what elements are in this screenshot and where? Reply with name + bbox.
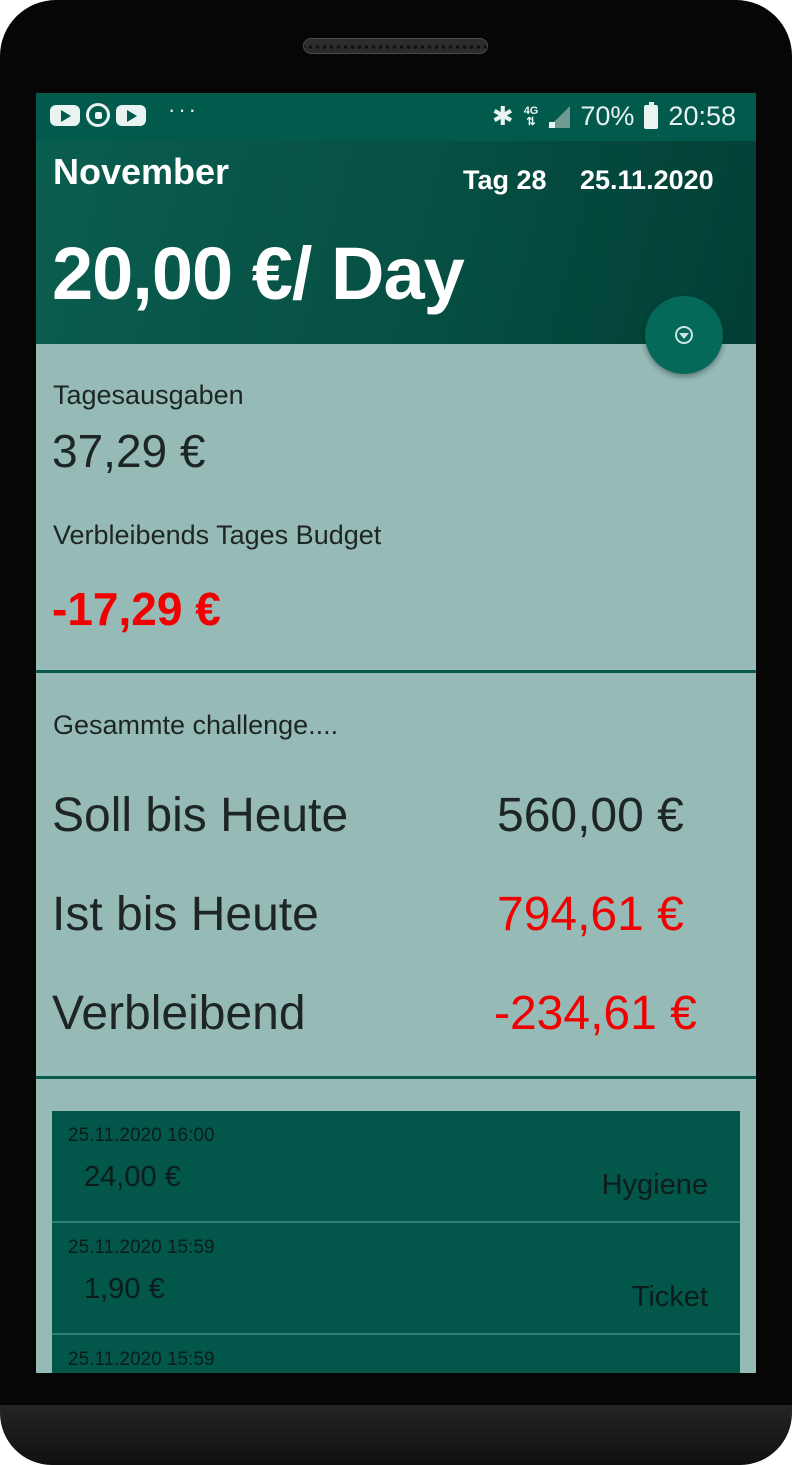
transaction-amount: 24,00 € xyxy=(84,1161,181,1193)
daily-budget: 20,00 €/ Day xyxy=(52,232,465,315)
battery-percent: 70% xyxy=(580,101,635,131)
list-item[interactable]: 25.11.2020 16:00 24,00 € Hygiene xyxy=(52,1111,740,1223)
current-date: 25.11.2020 xyxy=(580,165,714,195)
transaction-category: Ticket xyxy=(631,1281,708,1313)
remaining-budget-label: Verbleibends Tages Budget xyxy=(53,520,382,550)
status-bar: ··· ✱ 4G ⇅ 70% 20:58 xyxy=(36,93,756,141)
chevron-down-icon xyxy=(675,326,693,344)
day-counter: Tag 28 xyxy=(463,165,547,195)
battery-charging-icon xyxy=(644,101,659,129)
notification-icons: ··· xyxy=(50,97,199,127)
whatsapp-icon xyxy=(86,103,110,127)
section-divider xyxy=(36,1076,756,1079)
list-item[interactable]: 25.11.2020 15:59 1,90 € Ticket xyxy=(52,1223,740,1335)
transaction-datetime: 25.11.2020 16:00 xyxy=(68,1125,215,1146)
daily-summary: Tagesausgaben 37,29 € Verbleibends Tages… xyxy=(36,344,756,669)
app-header: November Tag 28 25.11.2020 20,00 €/ Day xyxy=(36,141,756,344)
daily-spending-label: Tagesausgaben xyxy=(53,380,244,410)
youtube-icon xyxy=(116,104,146,126)
daily-spending-value: 37,29 € xyxy=(52,425,206,477)
clock: 20:58 xyxy=(668,101,736,131)
phone-bottom-bezel xyxy=(0,1405,792,1465)
target-to-date-value: 560,00 € xyxy=(497,789,684,842)
remaining-budget-value: -17,29 € xyxy=(52,583,221,635)
signal-icon xyxy=(548,105,571,128)
remaining-total-value: -234,61 € xyxy=(494,987,697,1040)
section-divider xyxy=(36,670,756,673)
transaction-datetime: 25.11.2020 15:59 xyxy=(68,1237,215,1258)
network-type: 4G ⇅ xyxy=(523,104,539,128)
system-status: ✱ 4G ⇅ 70% 20:58 xyxy=(492,101,736,132)
transaction-datetime: 25.11.2020 15:59 xyxy=(68,1349,215,1370)
app-screen: ··· ✱ 4G ⇅ 70% 20:58 November Tag 28 25.1… xyxy=(36,93,756,1373)
challenge-summary: Gesammte challenge.... Soll bis Heute 56… xyxy=(36,674,756,1076)
month-title: November xyxy=(53,151,230,192)
more-notifications-icon: ··· xyxy=(168,97,199,122)
actual-to-date-value: 794,61 € xyxy=(497,888,684,941)
remaining-total-label: Verbleibend xyxy=(52,987,306,1040)
actual-to-date-label: Ist bis Heute xyxy=(52,888,319,941)
phone-frame: ··· ✱ 4G ⇅ 70% 20:58 November Tag 28 25.1… xyxy=(0,0,792,1465)
transaction-list: 25.11.2020 16:00 24,00 € Hygiene 25.11.2… xyxy=(52,1111,740,1373)
challenge-title: Gesammte challenge.... xyxy=(53,710,339,740)
bluetooth-icon: ✱ xyxy=(491,101,514,131)
target-to-date-label: Soll bis Heute xyxy=(52,789,349,842)
list-item[interactable]: 25.11.2020 15:59 xyxy=(52,1335,740,1373)
speaker-grille xyxy=(303,38,488,54)
transaction-category: Hygiene xyxy=(601,1169,708,1201)
transaction-amount: 1,90 € xyxy=(84,1273,165,1305)
youtube-icon xyxy=(50,104,80,126)
